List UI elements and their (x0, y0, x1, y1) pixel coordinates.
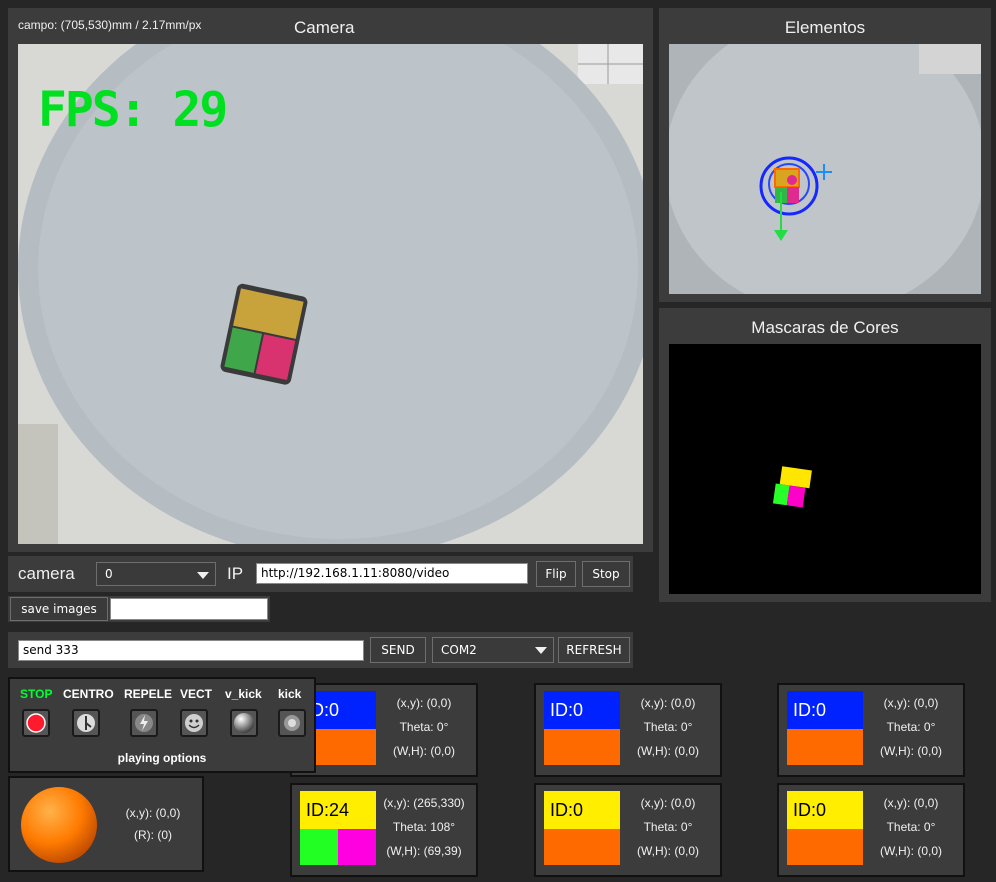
robot-color-swatch (787, 829, 863, 865)
robot-position: (x,y): (0,0) (883, 796, 939, 810)
vect-option-button[interactable] (180, 709, 208, 737)
stop-camera-button[interactable]: Stop (582, 561, 630, 587)
robot-position: (x,y): (265,330) (383, 796, 465, 810)
robot-color-swatch (300, 829, 376, 865)
elements-panel: Elementos (659, 8, 991, 302)
fps-overlay: FPS: 29 (38, 82, 228, 138)
centro-option-button[interactable] (72, 709, 100, 737)
robot-id-box: ID:0 (544, 691, 620, 765)
elements-view[interactable] (669, 44, 981, 294)
robot-card: ID:0 (x,y): (0,0) Theta: 0° (W,H): (0,0) (534, 683, 722, 777)
kick-option-button[interactable] (278, 709, 306, 737)
option-label-centro: CENTRO (63, 687, 114, 701)
save-images-button[interactable]: save images (10, 597, 108, 621)
option-label-vect: VECT (180, 687, 213, 701)
ball-panel: (x,y): (0,0) (R): (0) (8, 776, 204, 872)
camera-title: Camera (294, 18, 355, 37)
robot-size: (W,H): (0,0) (393, 744, 455, 758)
masks-view[interactable] (669, 344, 981, 594)
repele-option-button[interactable] (130, 709, 158, 737)
robot-card: ID:24 (x,y): (265,330) Theta: 108° (W,H)… (290, 783, 478, 877)
option-label-repele: REPELE (124, 687, 173, 701)
masks-image (772, 466, 812, 508)
chevron-down-icon (535, 647, 547, 654)
flip-button[interactable]: Flip (536, 561, 576, 587)
ball-radius: (R): (0) (134, 828, 172, 842)
robot-theta: Theta: 0° (886, 820, 936, 834)
dot-icon (284, 715, 300, 731)
robot-theta: Theta: 0° (643, 720, 693, 734)
serial-bar: send 333 SEND COM2 REFRESH (8, 632, 633, 668)
robot-theta: Theta: 0° (886, 720, 936, 734)
robot-pink-swatch (338, 829, 376, 865)
masks-title: Mascaras de Cores (751, 318, 899, 337)
ball-position: (x,y): (0,0) (125, 806, 181, 820)
com-port-value: COM2 (441, 643, 477, 657)
refresh-button[interactable]: REFRESH (558, 637, 630, 663)
robot-position: (x,y): (0,0) (883, 696, 939, 710)
robot-id: ID:0 (544, 791, 620, 829)
elements-title: Elementos (784, 18, 866, 37)
elements-image (669, 44, 981, 294)
robot-color-swatch (787, 729, 863, 765)
center-icon (77, 714, 95, 732)
robot-id: ID:0 (544, 691, 620, 729)
camera-select[interactable]: 0 (96, 562, 216, 586)
save-images-bar: save images (8, 596, 270, 622)
ip-input[interactable]: http://192.168.1.11:8080/video (256, 563, 528, 584)
stop-icon (26, 713, 46, 733)
robot-id-box: ID:0 (544, 791, 620, 865)
option-label-v-kick: v_kick (225, 687, 262, 701)
camera-feed[interactable]: FPS: 29 (18, 44, 643, 544)
serial-command-input[interactable]: send 333 (18, 640, 364, 661)
stop-option-button[interactable] (22, 709, 50, 737)
chevron-down-icon (197, 572, 209, 579)
robot-theta: Theta: 0° (399, 720, 449, 734)
robot-id-box: ID:0 (787, 791, 863, 865)
robot-size: (W,H): (0,0) (637, 844, 699, 858)
playing-options-panel: STOP CENTRO REPELE VECT v_kick kick play… (8, 677, 316, 773)
robot-position: (x,y): (0,0) (640, 796, 696, 810)
robot-theta: Theta: 108° (392, 820, 456, 834)
robot-id: ID:0 (787, 691, 863, 729)
ball-icon (21, 787, 97, 863)
lightning-icon (135, 714, 153, 732)
robot-size: (W,H): (0,0) (880, 744, 942, 758)
masks-panel: Mascaras de Cores (659, 308, 991, 602)
send-button[interactable]: SEND (370, 637, 426, 663)
robot-size: (W,H): (0,0) (880, 844, 942, 858)
robot-id-box: ID:0 (787, 691, 863, 765)
ip-label: IP (227, 564, 244, 583)
com-port-select[interactable]: COM2 (432, 637, 554, 663)
robot-card: ID:0 (x,y): (0,0) Theta: 0° (W,H): (0,0) (777, 783, 965, 877)
face-icon (185, 714, 203, 732)
playing-options-label: playing options (117, 751, 207, 765)
robot-size: (W,H): (0,0) (637, 744, 699, 758)
robot-card: ID:0 (x,y): (0,0) Theta: 0° (W,H): (0,0) (777, 683, 965, 777)
camera-panel: campo: (705,530)mm / 2.17mm/px Camera FP… (8, 8, 653, 552)
save-images-input[interactable] (110, 598, 268, 620)
robot-id: ID:0 (787, 791, 863, 829)
camera-controls-bar: camera 0 IP http://192.168.1.11:8080/vid… (8, 556, 633, 592)
robot-id: ID:24 (300, 791, 376, 829)
robot-color-swatch (544, 829, 620, 865)
calibration-label: campo: (705,530)mm / 2.17mm/px (18, 18, 202, 32)
robot-id-box: ID:24 (300, 791, 376, 865)
robot-green-swatch (300, 829, 338, 865)
robot-card: ID:0 (x,y): (0,0) Theta: 0° (W,H): (0,0) (534, 783, 722, 877)
robot-size: (W,H): (69,39) (386, 844, 462, 858)
robot-color-swatch (544, 729, 620, 765)
robot-theta: Theta: 0° (643, 820, 693, 834)
robot-card: ID:0 (x,y): (0,0) Theta: 0° (W,H): (0,0) (290, 683, 478, 777)
option-label-kick: kick (278, 687, 302, 701)
sphere-icon (234, 713, 254, 733)
v-kick-option-button[interactable] (230, 709, 258, 737)
robot-position: (x,y): (0,0) (640, 696, 696, 710)
robot-position: (x,y): (0,0) (396, 696, 452, 710)
camera-select-value: 0 (105, 567, 113, 581)
camera-label: camera (18, 564, 75, 583)
option-label-stop: STOP (20, 687, 53, 701)
